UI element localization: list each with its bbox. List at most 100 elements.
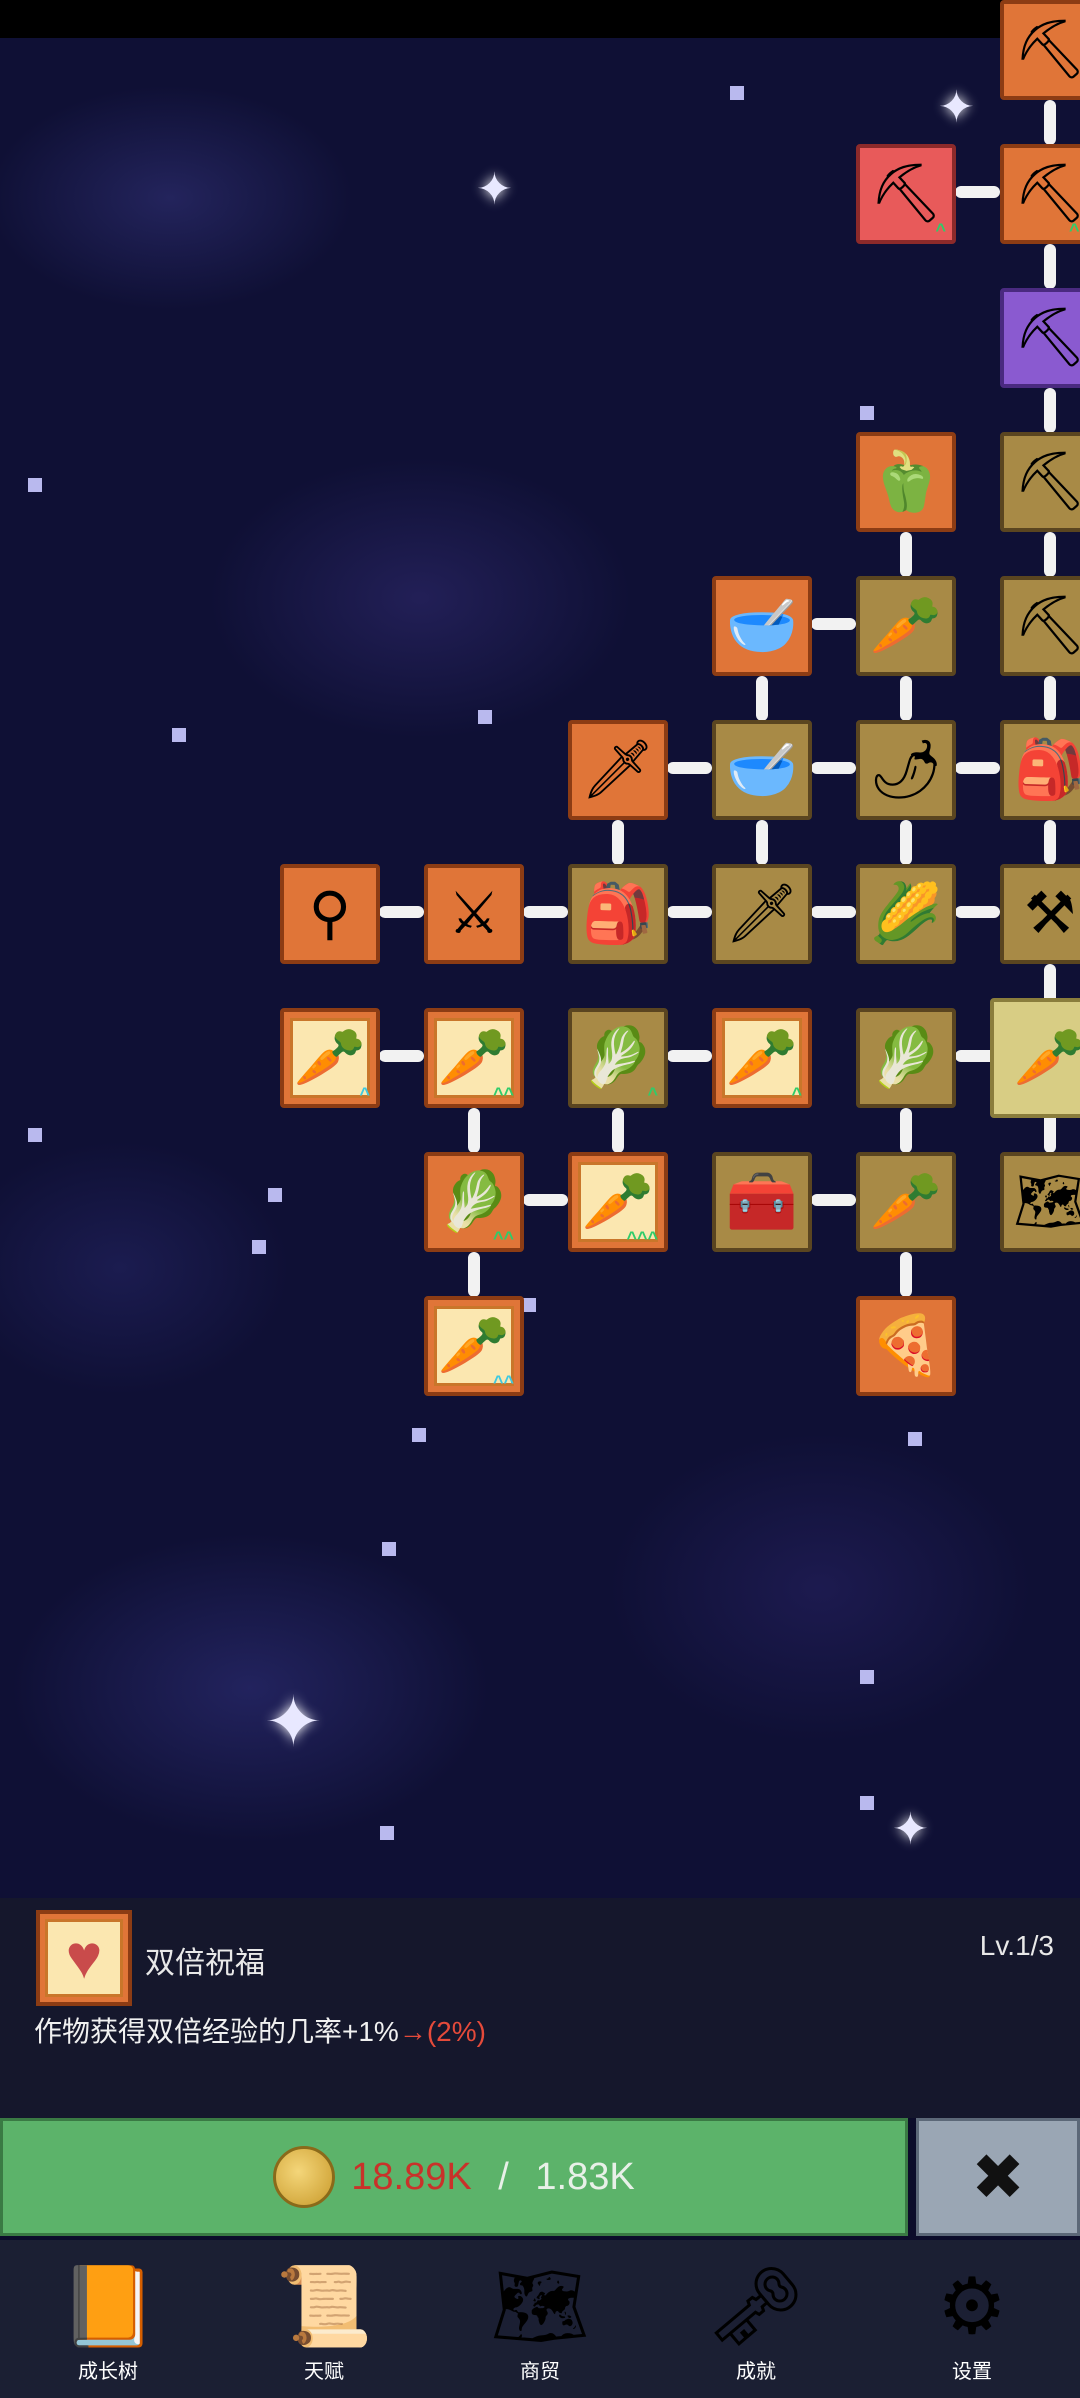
tree-link bbox=[523, 906, 568, 918]
upgrade-button[interactable]: 18.89K / 1.83K bbox=[0, 2118, 908, 2236]
shovel-node[interactable]: ⛏^ bbox=[1000, 0, 1080, 100]
backpack-node[interactable]: 🎒 bbox=[568, 864, 668, 964]
tree-link bbox=[955, 186, 1000, 198]
sword-node[interactable]: 🗡 bbox=[568, 720, 668, 820]
nav-item-achievements[interactable]: 🗝 成就 bbox=[666, 2240, 846, 2398]
pizza-icon: 🍕 bbox=[869, 1313, 943, 1378]
backpack-node[interactable]: 🎒 bbox=[1000, 720, 1080, 820]
sparkle: ✦ bbox=[892, 1805, 929, 1854]
carrot-node[interactable]: 🥕 ^^^ bbox=[568, 1152, 668, 1252]
shovel-node[interactable]: ⛏^ bbox=[856, 144, 956, 244]
pepper-node[interactable]: 🫑 bbox=[856, 432, 956, 532]
shovel-icon: ⛏ bbox=[869, 161, 943, 226]
shovel-icon: ⛏ bbox=[1013, 161, 1080, 226]
coins-owned: 18.89K bbox=[351, 2155, 472, 2198]
cabbage-icon: 🥬 bbox=[437, 1169, 511, 1234]
tree-link bbox=[667, 1050, 712, 1062]
close-icon: ✖ bbox=[971, 2140, 1025, 2213]
chili-node[interactable]: 🌶 bbox=[856, 720, 956, 820]
chili-icon: 🌶 bbox=[869, 737, 943, 802]
nav-label: 设置 bbox=[952, 2361, 992, 2383]
shovel-node[interactable]: ⛏ bbox=[1000, 432, 1080, 532]
coin-icon bbox=[273, 2146, 336, 2208]
bowl-node[interactable]: 🥣 bbox=[712, 576, 812, 676]
shovel-icon: ⛏ bbox=[1013, 593, 1080, 658]
tree-link bbox=[900, 1252, 912, 1297]
shovel-node[interactable]: ⛏ bbox=[1000, 288, 1080, 388]
bottom-nav: 📙 成长树 📜 天赋 🗺 商贸 🗝 成就 ⚙ 设置 bbox=[0, 2240, 1080, 2398]
carrot-node[interactable]: 🥕 ^^ bbox=[424, 1296, 524, 1396]
tree-link bbox=[1044, 820, 1056, 865]
star bbox=[860, 406, 874, 420]
nav-label: 成长树 bbox=[78, 2361, 138, 2383]
carrot-icon: 🥕 bbox=[1013, 1025, 1080, 1090]
tree-link bbox=[756, 676, 768, 721]
tree-link bbox=[1044, 388, 1056, 433]
tree-link bbox=[468, 1108, 480, 1153]
tree-link bbox=[811, 1194, 856, 1206]
skill-description: 作物获得双倍经验的几率+1%→(2%) bbox=[34, 2010, 486, 2050]
tree-link bbox=[667, 762, 712, 774]
tree-link bbox=[811, 618, 856, 630]
sparkle: ✦ bbox=[264, 1683, 323, 1761]
tree-link bbox=[667, 906, 712, 918]
tree-link bbox=[1044, 676, 1056, 721]
star bbox=[268, 1188, 282, 1202]
tree-link bbox=[900, 1108, 912, 1153]
shovel-node[interactable]: ⛏ bbox=[1000, 576, 1080, 676]
skill-icon-frame: ♥ bbox=[36, 1910, 132, 2006]
cabbage-icon: 🥬 bbox=[869, 1025, 943, 1090]
carrot-node[interactable]: 🥕 ^ bbox=[712, 1008, 812, 1108]
star bbox=[478, 710, 492, 724]
chest-node[interactable]: 🧰 bbox=[712, 1152, 812, 1252]
staff-node[interactable]: ⚲ bbox=[280, 864, 380, 964]
star bbox=[860, 1670, 874, 1684]
map-icon: 🗺 bbox=[490, 2262, 590, 2350]
skill-name: 双倍祝福 bbox=[145, 1947, 265, 1980]
radish-node[interactable]: 🥕 bbox=[856, 576, 956, 676]
gear-icon: ⚙ bbox=[937, 2262, 1007, 2350]
star bbox=[522, 1298, 536, 1312]
pizza-node[interactable]: 🍕 bbox=[856, 1296, 956, 1396]
sword-icon: ⚔ bbox=[448, 881, 500, 946]
heart-icon: ♥ bbox=[65, 1923, 103, 1992]
shovel-node[interactable]: ⛏^^ bbox=[1000, 144, 1080, 244]
sword-node[interactable]: 🗡 bbox=[712, 864, 812, 964]
corn-node[interactable]: 🌽 bbox=[856, 864, 956, 964]
nav-label: 商贸 bbox=[520, 2361, 560, 2383]
carrot-node[interactable]: 🥕 ^ bbox=[280, 1008, 380, 1108]
tree-link bbox=[955, 762, 1000, 774]
nav-item-trade[interactable]: 🗺 商贸 bbox=[450, 2240, 630, 2398]
close-button[interactable]: ✖ bbox=[916, 2118, 1080, 2236]
tree-link bbox=[1044, 244, 1056, 289]
skill-tree-canvas[interactable]: ✦ ✦ ✦ ✦ ⛏^ ⛏^ ⛏^^ ⛏ 🫑 ⛏ 🥣 🥕 ⛏ 🗡 🥣 🌶 🎒 ⚲ bbox=[0, 0, 1080, 1898]
map-node[interactable]: 🗺 bbox=[1000, 1152, 1080, 1252]
parsnip-icon: 🥕 bbox=[869, 1169, 943, 1234]
nav-item-talent[interactable]: 📜 天赋 bbox=[234, 2240, 414, 2398]
carrot-node[interactable]: 🥕 bbox=[990, 998, 1080, 1118]
bowl-node[interactable]: 🥣 bbox=[712, 720, 812, 820]
scythe-node[interactable]: ⚒ bbox=[1000, 864, 1080, 964]
book-icon: 📙 bbox=[59, 2262, 157, 2350]
bowl-icon: 🥣 bbox=[725, 593, 799, 658]
cabbage-node[interactable]: 🥬 bbox=[856, 1008, 956, 1108]
cabbage-node[interactable]: 🥬 ^^ bbox=[424, 1152, 524, 1252]
upgrade-cost: 1.83K bbox=[535, 2155, 635, 2198]
carrot-icon: 🥕 bbox=[725, 1025, 799, 1090]
tree-link bbox=[900, 820, 912, 865]
sword-icon: 🗡 bbox=[581, 737, 655, 802]
carrot-node[interactable]: 🥕 ^^ bbox=[424, 1008, 524, 1108]
nav-item-settings[interactable]: ⚙ 设置 bbox=[882, 2240, 1062, 2398]
sword-node[interactable]: ⚔ bbox=[424, 864, 524, 964]
tree-link bbox=[379, 906, 424, 918]
shovel-icon: ⛏ bbox=[1013, 17, 1080, 82]
nav-item-growth-tree[interactable]: 📙 成长树 bbox=[18, 2240, 198, 2398]
parsnip-node[interactable]: 🥕 bbox=[856, 1152, 956, 1252]
carrot-icon: 🥕 bbox=[437, 1313, 511, 1378]
skill-next-value: →(2%) bbox=[398, 2016, 486, 2047]
scroll-icon: 📜 bbox=[275, 2262, 373, 2350]
shovel-icon: ⛏ bbox=[1013, 305, 1080, 370]
cabbage-node[interactable]: 🥬 ^ bbox=[568, 1008, 668, 1108]
nav-label: 成就 bbox=[736, 2361, 776, 2383]
sparkle: ✦ bbox=[476, 165, 513, 214]
